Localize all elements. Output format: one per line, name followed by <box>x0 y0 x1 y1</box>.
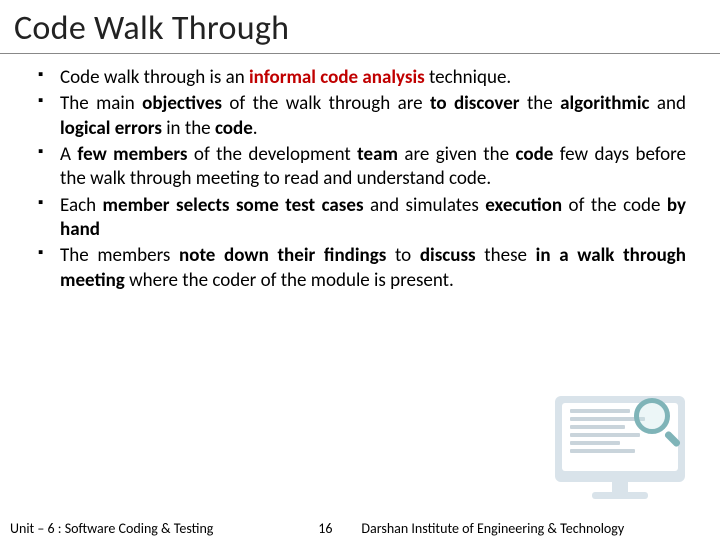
bullet-item: Each member selects some test cases and … <box>38 194 686 243</box>
monitor-illustration <box>550 396 690 506</box>
bullet-item: The main objectives of the walk through … <box>38 92 686 141</box>
bullet-list: Code walk through is an informal code an… <box>38 66 686 293</box>
magnifier-icon <box>634 398 678 442</box>
bullet-item: The members note down their findings to … <box>38 244 686 293</box>
footer-page-number: 16 <box>305 520 345 537</box>
footer-unit: Unit – 6 : Software Coding & Testing <box>10 520 213 537</box>
slide-footer: Unit – 6 : Software Coding & Testing 16 … <box>0 516 720 540</box>
bullet-item: A few members of the development team ar… <box>38 143 686 192</box>
slide-title: Code Walk Through <box>0 0 720 54</box>
bullet-item: Code walk through is an informal code an… <box>38 66 686 90</box>
slide-content: Code walk through is an informal code an… <box>0 66 720 293</box>
footer-institute: Darshan Institute of Engineering & Techn… <box>361 520 710 537</box>
